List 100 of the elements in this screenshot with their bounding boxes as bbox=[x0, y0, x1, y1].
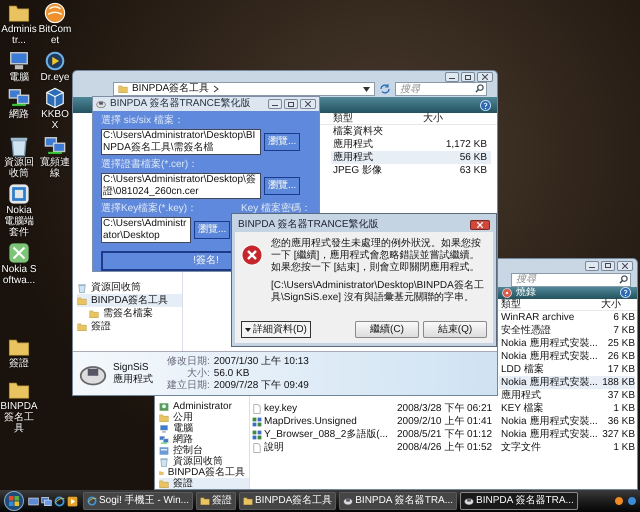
file-row[interactable]: 應用程式 56 KB bbox=[331, 151, 491, 164]
file-row[interactable]: Y_Browser_088_2多語版(... 2008/5/21 下午 01:12 Nokia 應用程式安裝... 327 KB bbox=[250, 428, 637, 441]
desktop-icon-label[interactable]: BINPDA簽名工具 bbox=[0, 401, 38, 434]
browse-button[interactable]: 瀏覽... bbox=[194, 221, 230, 239]
file-name: key.key bbox=[264, 402, 298, 414]
file-row[interactable]: WinRAR archive 6 KB bbox=[499, 311, 635, 324]
close-button[interactable] bbox=[300, 99, 316, 109]
close-button[interactable] bbox=[470, 220, 490, 230]
file-name: Y_Browser_088_2多語版(... bbox=[264, 428, 388, 440]
package-icon bbox=[252, 416, 262, 426]
desktop-icon-label[interactable]: Nokia Softwa... bbox=[0, 264, 38, 286]
path-field[interactable]: C:\Users\Administrator\Desktop bbox=[101, 217, 191, 243]
desktop-icon-label[interactable]: KKBOX bbox=[38, 109, 72, 131]
file-date: 2009/2/10 上午 01:41 bbox=[397, 416, 492, 426]
file-row[interactable]: key.key 2008/3/28 下午 06:21 KEY 檔案 1 KB bbox=[250, 402, 637, 415]
browse-button[interactable]: 瀏覽... bbox=[264, 177, 300, 195]
taskbar-button[interactable]: BINPDA 簽名器TRA... bbox=[339, 492, 458, 510]
column-header[interactable]: 大小 bbox=[599, 299, 635, 310]
taskbar-button[interactable]: BINPDA簽名工具 bbox=[239, 492, 336, 510]
file-date: 2008/4/26 上午 01:52 bbox=[397, 442, 492, 452]
close-button[interactable] bbox=[617, 260, 633, 271]
network-icon bbox=[8, 87, 30, 109]
file-row[interactable]: 應用程式 1,172 KB bbox=[331, 138, 491, 151]
nav-item[interactable]: Administrator bbox=[159, 401, 249, 412]
file-type: 應用程式 bbox=[501, 390, 541, 400]
desktop-icon-label[interactable]: 電腦 bbox=[0, 72, 38, 83]
search-icon[interactable] bbox=[475, 84, 484, 93]
nav-item[interactable]: 電腦 bbox=[159, 423, 249, 434]
nav-item[interactable]: 網路 bbox=[159, 434, 249, 445]
file-row[interactable]: Nokia 應用程式安裝... 188 KB bbox=[499, 376, 635, 389]
column-header[interactable]: 類型 bbox=[499, 299, 599, 310]
dialog-button[interactable]: 結束(Q) bbox=[423, 321, 487, 338]
file-size: 188 KB bbox=[602, 376, 635, 388]
help-icon[interactable] bbox=[620, 287, 631, 298]
nav-item[interactable]: 資源回收筒 bbox=[77, 281, 182, 294]
column-header[interactable]: 類型 bbox=[331, 113, 421, 124]
app-icon bbox=[96, 99, 106, 109]
nav-item[interactable]: 資源回收筒 bbox=[159, 456, 249, 467]
desktop-icon-label[interactable]: 簽證 bbox=[0, 358, 38, 369]
caret-icon[interactable] bbox=[363, 86, 370, 92]
maximize-button[interactable] bbox=[284, 99, 298, 109]
nav-item[interactable]: BINPDA簽名工具 bbox=[159, 467, 249, 478]
nav-item[interactable]: 需簽名檔案 bbox=[89, 307, 182, 320]
nav-item[interactable]: 簽證 bbox=[77, 320, 182, 333]
file-row[interactable]: Nokia 應用程式安裝... 25 KB bbox=[499, 337, 635, 350]
file-type: LDD 檔案 bbox=[501, 364, 544, 374]
user-icon bbox=[159, 402, 169, 412]
search-icon[interactable] bbox=[619, 274, 628, 284]
maximize-button[interactable] bbox=[461, 72, 475, 82]
nav-item[interactable]: 控制台 bbox=[159, 445, 249, 456]
nav-item[interactable]: 簽證 bbox=[159, 478, 249, 489]
address-text[interactable]: BINPDA簽名工具 bbox=[132, 83, 210, 95]
start-button[interactable] bbox=[3, 491, 25, 511]
desktop-icon-label[interactable]: Nokia 電腦端套件 bbox=[0, 205, 38, 238]
file-size: 1,172 KB bbox=[446, 138, 487, 150]
nav-item[interactable]: 公用 bbox=[159, 412, 249, 423]
desktop-icon-label[interactable]: BitComet bbox=[38, 24, 72, 46]
file-row[interactable]: 檔案資料夾 bbox=[331, 125, 491, 138]
taskbar-button[interactable]: Sogi! 手機王 - Win... bbox=[83, 492, 194, 510]
file-date: 2008/5/21 下午 01:12 bbox=[397, 428, 492, 440]
search-field[interactable]: 搜尋 bbox=[511, 272, 631, 287]
toolbar-button[interactable]: 燒錄 bbox=[502, 286, 620, 299]
path-field[interactable]: C:\Users\Administrator\Desktop\BINPDA簽名工具\需簽名檔 bbox=[101, 129, 261, 155]
file-row[interactable]: JPEG 影像 63 KB bbox=[331, 164, 491, 177]
column-header[interactable]: 大小 bbox=[421, 113, 491, 124]
desktop-icon-label[interactable]: 網路 bbox=[0, 109, 38, 120]
address-bar[interactable]: BINPDA簽名工具 bbox=[113, 82, 375, 96]
file-row[interactable]: 安全性憑證 7 KB bbox=[499, 324, 635, 337]
details-label: 修改日期: bbox=[167, 356, 210, 368]
file-row[interactable]: Nokia 應用程式安裝... 26 KB bbox=[499, 350, 635, 363]
refresh-icon[interactable] bbox=[379, 83, 391, 95]
desktop-icon-label[interactable]: Administr... bbox=[0, 24, 38, 46]
dialog-button[interactable]: 繼續(C) bbox=[355, 321, 419, 338]
maximize-button[interactable] bbox=[601, 260, 615, 271]
nav-item[interactable]: BINPDA簽名工具 bbox=[77, 294, 182, 307]
desktop-icon-label[interactable]: 資源回收筒 bbox=[0, 157, 38, 179]
desktop-icon-label[interactable]: 寬頻連線 bbox=[38, 157, 72, 179]
chevron-icon bbox=[213, 85, 220, 93]
help-icon[interactable] bbox=[480, 100, 491, 110]
minimize-button[interactable] bbox=[585, 260, 599, 271]
minimize-button[interactable] bbox=[268, 99, 282, 109]
browse-button[interactable]: 瀏覽... bbox=[264, 133, 300, 151]
path-field[interactable]: C:\Users\Administrator\Desktop\簽證\081024_260cn.cer bbox=[101, 173, 261, 199]
details-button[interactable]: 詳細資料(D) bbox=[241, 321, 311, 338]
taskbar-button[interactable]: BINPDA 簽名器TRA... bbox=[460, 492, 578, 510]
folder-icon bbox=[159, 412, 169, 422]
file-row[interactable]: 應用程式 37 KB bbox=[499, 389, 635, 402]
file-type: Nokia 應用程式安裝... bbox=[501, 428, 598, 440]
taskbar-button[interactable]: 簽證 bbox=[196, 492, 236, 510]
desktop-icon-label[interactable]: Dr.eye bbox=[38, 72, 72, 83]
file-row[interactable]: 說明 2008/4/26 上午 01:52 文字文件 1 KB bbox=[250, 441, 637, 454]
target-icon bbox=[44, 50, 66, 72]
minimize-button[interactable] bbox=[445, 72, 459, 82]
field-label: 選擇 sis/six 檔案： bbox=[101, 115, 184, 127]
close-button[interactable] bbox=[477, 72, 493, 82]
file-row[interactable]: LDD 檔案 17 KB bbox=[499, 363, 635, 376]
search-field[interactable]: 搜尋 bbox=[395, 82, 487, 96]
window-title: BINPDA 簽名器TRANCE繁化版 bbox=[110, 98, 251, 110]
file-type: Nokia 應用程式安裝... bbox=[501, 350, 598, 362]
file-row[interactable]: MapDrives.Unsigned 2009/2/10 上午 01:41 Nokia 應用程式安裝... 36 KB bbox=[250, 415, 637, 428]
